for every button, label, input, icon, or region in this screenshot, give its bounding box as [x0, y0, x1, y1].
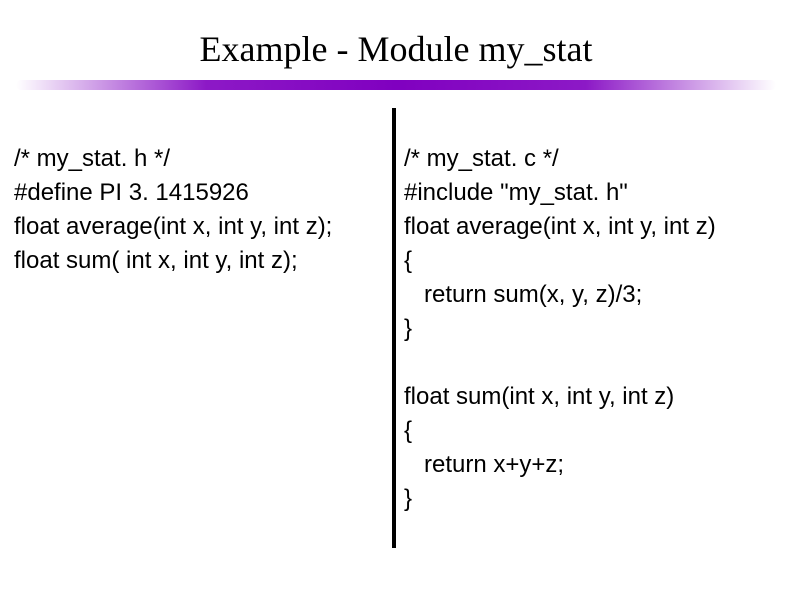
code-line: float sum( int x, int y, int z);: [14, 247, 298, 274]
code-line: /* my_stat. c */: [404, 145, 559, 172]
slide-title: Example - Module my_stat: [0, 0, 792, 80]
left-column: /* my_stat. h */ #define PI 3. 1415926 f…: [14, 108, 392, 312]
code-line: {: [404, 247, 412, 274]
title-underline: [16, 80, 776, 90]
code-line: }: [404, 485, 412, 512]
code-line: {: [404, 417, 412, 444]
content-area: /* my_stat. h */ #define PI 3. 1415926 f…: [0, 108, 792, 550]
slide: Example - Module my_stat /* my_stat. h *…: [0, 0, 792, 612]
right-column: /* my_stat. c */ #include "my_stat. h" f…: [404, 108, 778, 550]
code-line: return sum(x, y, z)/3;: [404, 281, 642, 308]
code-line: float average(int x, int y, int z): [404, 213, 716, 240]
code-line: /* my_stat. h */: [14, 145, 170, 172]
code-line: float average(int x, int y, int z);: [14, 213, 332, 240]
code-line: #define PI 3. 1415926: [14, 179, 249, 206]
code-line: #include "my_stat. h": [404, 179, 628, 206]
code-line: return x+y+z;: [404, 451, 564, 478]
code-line: float sum(int x, int y, int z): [404, 383, 674, 410]
code-line: }: [404, 315, 412, 342]
vertical-divider: [392, 108, 396, 548]
